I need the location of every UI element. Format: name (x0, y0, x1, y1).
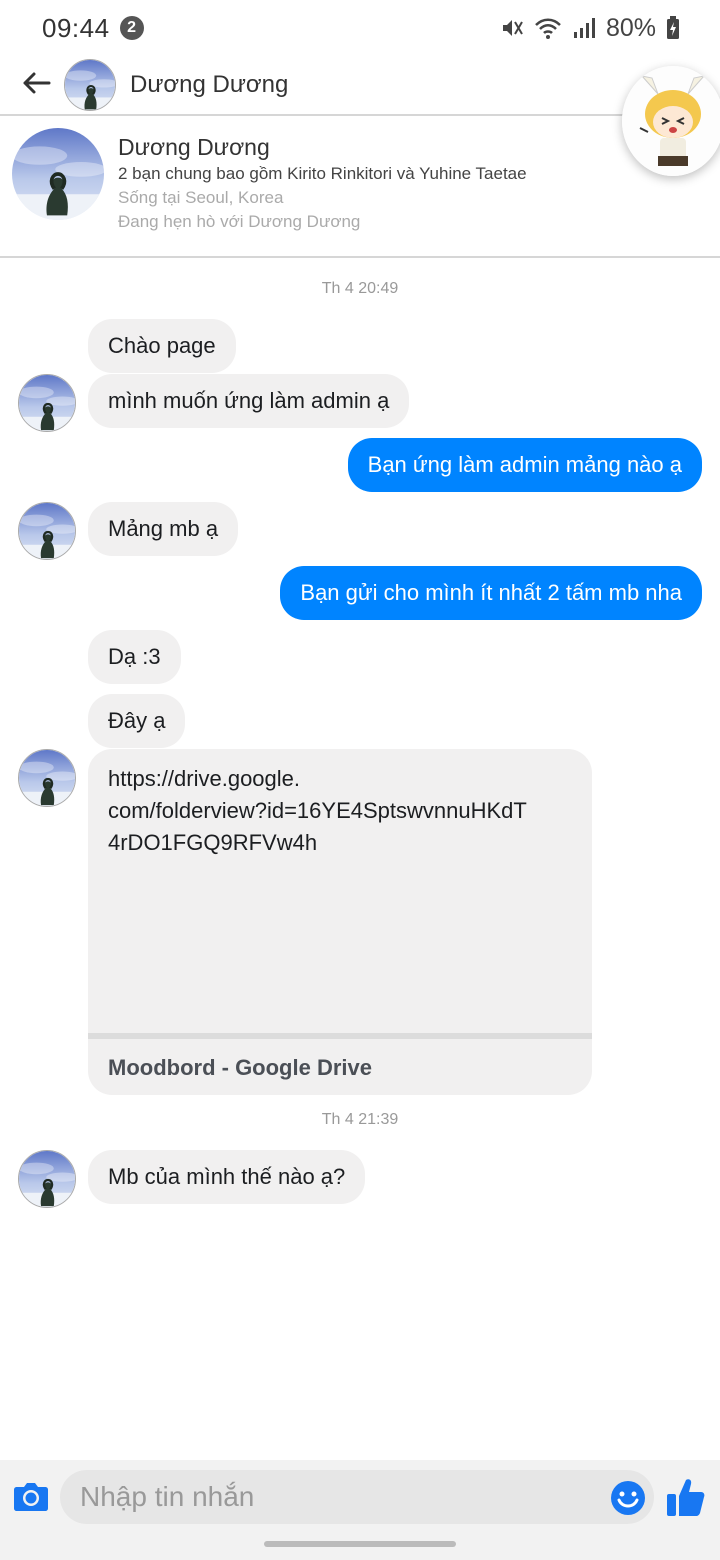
like-button[interactable] (666, 1476, 706, 1518)
sender-avatar[interactable] (18, 374, 76, 432)
back-button[interactable] (10, 59, 62, 111)
status-time: 09:44 (42, 12, 110, 43)
status-bar: 09:44 2 80% (0, 0, 720, 56)
incoming-message[interactable]: Mảng mb ạ (88, 502, 239, 556)
battery-charging-icon (666, 16, 680, 40)
link-url-line: com/folderview?id=16YE4SptswvnnuHKdT (108, 798, 527, 823)
mutual-friends-text: 2 bạn chung bao gồm Kirito Rinkitori và … (118, 164, 527, 183)
mute-icon (500, 16, 524, 40)
outgoing-message[interactable]: Bạn gửi cho mình ít nhất 2 tấm mb nha (280, 566, 702, 620)
incoming-message[interactable]: Mb của mình thế nào ạ? (88, 1150, 366, 1204)
link-preview-divider (88, 1033, 592, 1039)
emoji-button[interactable] (610, 1480, 646, 1516)
profile-avatar[interactable] (12, 128, 104, 220)
arrow-left-icon (21, 71, 51, 100)
outgoing-message[interactable]: Bạn ứng làm admin mảng nào ạ (347, 438, 702, 492)
contact-name[interactable]: Dương Dương (130, 71, 288, 99)
home-gesture-handle[interactable] (264, 1541, 456, 1547)
signal-icon (572, 16, 596, 40)
link-url-line: 4rDO1FGQ9RFVw4h (108, 830, 318, 855)
incoming-message[interactable]: Dạ :3 (88, 630, 181, 684)
battery-level: 80% (605, 13, 656, 42)
sender-avatar[interactable] (18, 749, 76, 807)
sender-avatar[interactable] (18, 502, 76, 560)
incoming-message[interactable]: Đây ạ (88, 694, 186, 748)
wifi-icon (534, 16, 562, 40)
relationship-text: Đang hẹn hò với Dương Dương (118, 212, 361, 231)
location-text: Sống tại Seoul, Korea (118, 188, 284, 207)
status-icons: 80% (500, 14, 680, 43)
system-nav-area (0, 1534, 720, 1560)
camera-icon (13, 1480, 49, 1517)
profile-name: Dương Dương (118, 134, 270, 160)
link-preview-title[interactable]: Moodbord - Google Drive (108, 1055, 372, 1081)
contact-avatar[interactable] (64, 59, 116, 111)
sender-avatar[interactable] (18, 1150, 76, 1208)
link-url-line: https://drive.google. (108, 766, 301, 791)
smiley-icon (610, 1481, 646, 1520)
thumbs-up-icon (666, 1479, 706, 1522)
link-url[interactable]: https://drive.google. com/folderview?id=… (108, 763, 578, 859)
incoming-message[interactable]: Chào page (88, 319, 236, 373)
timestamp-divider: Th 4 21:39 (321, 1111, 399, 1128)
notification-count-badge: 2 (119, 16, 144, 40)
message-input[interactable] (60, 1470, 654, 1524)
link-preview-card[interactable]: https://drive.google. com/folderview?id=… (88, 749, 592, 1095)
contact-profile-card: Dương Dương 2 bạn chung bao gồm Kirito R… (0, 116, 720, 258)
camera-button[interactable] (10, 1478, 52, 1518)
timestamp-divider: Th 4 20:49 (321, 280, 399, 297)
message-composer (0, 1460, 720, 1534)
conversation-header: Dương Dương (0, 56, 720, 116)
incoming-message[interactable]: mình muốn ứng làm admin ạ (88, 374, 410, 428)
